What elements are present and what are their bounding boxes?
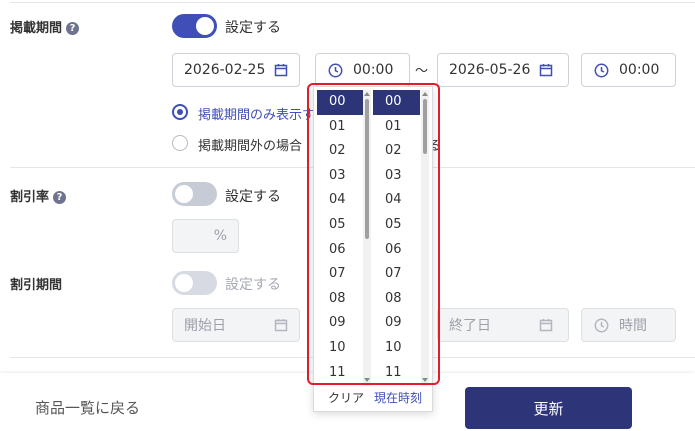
discount-end-date-field[interactable]: 終了日 <box>437 308 569 342</box>
publish-start-date-value: 2026-02-25 <box>184 62 266 78</box>
highlight-box <box>307 83 440 385</box>
clock-icon <box>328 63 343 77</box>
discount-period-toggle-label: 設定する <box>225 277 281 293</box>
discount-end-date-placeholder: 終了日 <box>449 318 491 334</box>
discount-period-toggle[interactable] <box>172 271 217 295</box>
clear-button[interactable]: クリア <box>328 389 364 406</box>
discount-rate-label: 割引率? <box>10 186 67 205</box>
publish-start-time-value: 00:00 <box>353 62 394 78</box>
toggle-knob <box>175 185 193 203</box>
back-to-list-link[interactable]: 商品一覧に戻る <box>35 397 140 418</box>
date-range-separator: ～ <box>415 64 429 79</box>
toggle-knob <box>175 274 193 292</box>
discount-rate-input[interactable]: % <box>172 219 239 253</box>
publish-period-toggle-label: 設定する <box>225 20 281 36</box>
discount-rate-toggle[interactable] <box>172 182 217 206</box>
discount-rate-unit: % <box>213 228 227 244</box>
discount-time-field[interactable]: 時間 <box>581 308 676 342</box>
calendar-icon <box>539 319 553 332</box>
discount-time-placeholder: 時間 <box>619 318 647 334</box>
divider-top <box>10 2 695 3</box>
time-picker-actions: クリア 現在時刻 <box>314 387 432 411</box>
radio-outside-period-label: 掲載期間外の場合 <box>198 139 303 154</box>
calendar-icon <box>274 64 288 77</box>
calendar-icon <box>274 319 288 332</box>
help-icon[interactable]: ? <box>66 22 80 35</box>
toggle-knob <box>196 17 214 35</box>
publish-end-time-field[interactable]: 00:00 <box>581 53 676 87</box>
calendar-icon <box>539 64 553 77</box>
radio-outside-period[interactable] <box>172 135 188 151</box>
clock-icon <box>594 318 609 332</box>
radio-publish-only-label: 掲載期間のみ表示す <box>198 108 316 123</box>
discount-start-date-field[interactable]: 開始日 <box>172 308 300 342</box>
radio-publish-only[interactable] <box>172 104 188 120</box>
publish-end-date-field[interactable]: 2026-05-26 <box>437 53 569 87</box>
clock-icon <box>594 63 609 77</box>
publish-end-date-value: 2026-05-26 <box>449 62 531 78</box>
help-icon[interactable]: ? <box>53 191 67 204</box>
publish-start-time-field[interactable]: 00:00 <box>315 53 410 87</box>
publish-period-toggle[interactable] <box>172 14 217 38</box>
discount-period-label: 割引期間 <box>10 278 63 293</box>
publish-end-time-value: 00:00 <box>619 62 660 78</box>
discount-start-date-placeholder: 開始日 <box>184 318 226 334</box>
publish-period-label: 掲載期間? <box>10 17 80 36</box>
discount-rate-toggle-label: 設定する <box>225 189 281 205</box>
current-time-button[interactable]: 現在時刻 <box>374 389 422 406</box>
update-button[interactable]: 更新 <box>465 387 632 429</box>
publish-start-date-field[interactable]: 2026-02-25 <box>172 53 300 87</box>
